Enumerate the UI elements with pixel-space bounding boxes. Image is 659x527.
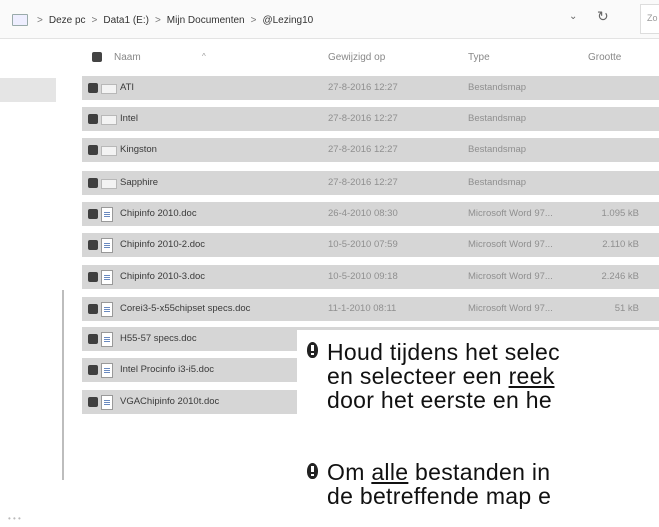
breadcrumb[interactable]: > Deze pc > Data1 (E:) > Mijn Documenten… bbox=[6, 10, 526, 30]
row-checkbox[interactable] bbox=[88, 304, 98, 314]
file-size: 2.246 kB bbox=[601, 271, 640, 282]
select-all-checkbox[interactable] bbox=[92, 52, 102, 62]
file-name: Chipinfo 2010-3.doc bbox=[120, 271, 206, 282]
word-document-icon bbox=[101, 302, 113, 317]
search-input[interactable]: Zo bbox=[640, 4, 659, 34]
file-date: 26-4-2010 08:30 bbox=[328, 208, 398, 219]
breadcrumb-data1[interactable]: Data1 (E:) bbox=[103, 15, 149, 26]
file-name: Kingston bbox=[120, 144, 157, 155]
file-row[interactable]: ATI 27-8-2016 12:27 Bestandsmap bbox=[82, 76, 659, 100]
folder-icon bbox=[12, 14, 28, 26]
instruction-underlined-text: reek bbox=[508, 363, 555, 389]
file-row[interactable]: Chipinfo 2010.doc 26-4-2010 08:30 Micros… bbox=[82, 202, 659, 226]
file-name: Corei3-5-x55chipset specs.doc bbox=[120, 303, 251, 314]
instruction-line: Houd tijdens het selec bbox=[327, 339, 560, 365]
file-name: VGAChipinfo 2010t.doc bbox=[120, 396, 220, 407]
instruction-text: Om bbox=[327, 459, 372, 485]
chevron-right-icon: > bbox=[91, 14, 98, 26]
chevron-right-icon: > bbox=[154, 14, 161, 26]
instruction-text: bestanden in bbox=[408, 459, 551, 485]
instruction-line: door het eerste en he bbox=[327, 387, 552, 413]
file-size: 51 kB bbox=[614, 303, 639, 314]
file-date: 10-5-2010 09:18 bbox=[328, 271, 398, 282]
word-document-icon bbox=[101, 363, 113, 378]
file-type: Microsoft Word 97... bbox=[468, 303, 553, 314]
instruction-line: Om alle bestanden in bbox=[327, 460, 550, 484]
chevron-right-icon: > bbox=[37, 14, 43, 26]
refresh-icon[interactable]: ↻ bbox=[597, 8, 609, 25]
breadcrumb-deze-pc[interactable]: Deze pc bbox=[49, 15, 86, 26]
chevron-down-icon[interactable]: ⌄ bbox=[569, 11, 577, 22]
word-document-icon bbox=[101, 207, 113, 222]
file-size: 1.095 kB bbox=[601, 208, 640, 219]
file-type: Bestandsmap bbox=[468, 144, 527, 155]
column-header-row: ^ Naam Gewijzigd op Type Grootte bbox=[82, 48, 659, 70]
instruction-underlined-text: alle bbox=[371, 459, 409, 485]
row-checkbox[interactable] bbox=[88, 83, 98, 93]
row-checkbox[interactable] bbox=[88, 114, 98, 124]
file-name: Chipinfo 2010-2.doc bbox=[120, 239, 206, 250]
row-checkbox[interactable] bbox=[88, 272, 98, 282]
file-date: 27-8-2016 12:27 bbox=[328, 177, 398, 188]
file-name: Sapphire bbox=[120, 177, 159, 188]
file-row[interactable]: Kingston 27-8-2016 12:27 Bestandsmap bbox=[82, 138, 659, 162]
column-header-date[interactable]: Gewijzigd op bbox=[328, 52, 385, 63]
nav-pane-selected-item[interactable] bbox=[0, 78, 56, 102]
folder-icon bbox=[101, 179, 117, 189]
nav-pane-more: • • • bbox=[8, 514, 21, 523]
file-date: 10-5-2010 07:59 bbox=[328, 239, 398, 250]
file-name: H55-57 specs.doc bbox=[120, 333, 197, 344]
column-header-size[interactable]: Grootte bbox=[588, 52, 621, 63]
address-bar[interactable]: > Deze pc > Data1 (E:) > Mijn Documenten… bbox=[0, 0, 659, 39]
file-row[interactable]: Sapphire 27-8-2016 12:27 Bestandsmap bbox=[82, 171, 659, 195]
file-date: 11-1-2010 08:11 bbox=[328, 303, 397, 314]
file-date: 27-8-2016 12:27 bbox=[328, 113, 398, 124]
file-row[interactable]: Intel 27-8-2016 12:27 Bestandsmap bbox=[82, 107, 659, 131]
file-date: 27-8-2016 12:27 bbox=[328, 82, 398, 93]
instruction-line: en selecteer een reek bbox=[327, 364, 555, 388]
row-checkbox[interactable] bbox=[88, 397, 98, 407]
row-checkbox[interactable] bbox=[88, 145, 98, 155]
file-row[interactable]: Chipinfo 2010-2.doc 10-5-2010 07:59 Micr… bbox=[82, 233, 659, 257]
file-name: Chipinfo 2010.doc bbox=[120, 208, 197, 219]
search-placeholder: Zo bbox=[647, 13, 658, 23]
folder-icon bbox=[101, 84, 117, 94]
nav-pane-scrollbar[interactable] bbox=[62, 290, 64, 480]
row-checkbox[interactable] bbox=[88, 209, 98, 219]
warning-bullet-icon bbox=[307, 342, 318, 358]
column-header-name[interactable]: Naam bbox=[114, 52, 141, 63]
word-document-icon bbox=[101, 238, 113, 253]
file-type: Bestandsmap bbox=[468, 82, 527, 93]
folder-icon bbox=[101, 146, 117, 156]
file-name: ATI bbox=[120, 82, 135, 93]
file-type: Microsoft Word 97... bbox=[468, 239, 553, 250]
column-header-type[interactable]: Type bbox=[468, 52, 490, 63]
instruction-line: de betreffende map e bbox=[327, 483, 552, 509]
file-name: Intel bbox=[120, 113, 138, 124]
file-type: Bestandsmap bbox=[468, 177, 527, 188]
instruction-overlay: Houd tijdens het selec en selecteer een … bbox=[297, 330, 659, 527]
file-type: Microsoft Word 97... bbox=[468, 208, 553, 219]
file-type: Bestandsmap bbox=[468, 113, 527, 124]
breadcrumb-lezing10[interactable]: @Lezing10 bbox=[262, 15, 313, 26]
word-document-icon bbox=[101, 332, 113, 347]
file-size: 2.110 kB bbox=[602, 239, 639, 250]
file-type: Microsoft Word 97... bbox=[468, 271, 553, 282]
file-date: 27-8-2016 12:27 bbox=[328, 144, 398, 155]
word-document-icon bbox=[101, 270, 113, 285]
row-checkbox[interactable] bbox=[88, 240, 98, 250]
row-checkbox[interactable] bbox=[88, 365, 98, 375]
folder-icon bbox=[101, 115, 117, 125]
file-row[interactable]: Chipinfo 2010-3.doc 10-5-2010 09:18 Micr… bbox=[82, 265, 659, 289]
row-checkbox[interactable] bbox=[88, 334, 98, 344]
word-document-icon bbox=[101, 395, 113, 410]
instruction-text: en selecteer een bbox=[327, 363, 509, 389]
breadcrumb-mijn-documenten[interactable]: Mijn Documenten bbox=[167, 15, 245, 26]
row-checkbox[interactable] bbox=[88, 178, 98, 188]
sort-ascending-icon: ^ bbox=[202, 52, 206, 61]
chevron-right-icon: > bbox=[250, 14, 257, 26]
warning-bullet-icon bbox=[307, 463, 318, 479]
file-row[interactable]: Corei3-5-x55chipset specs.doc 11-1-2010 … bbox=[82, 297, 659, 321]
file-name: Intel Procinfo i3-i5.doc bbox=[120, 364, 214, 375]
